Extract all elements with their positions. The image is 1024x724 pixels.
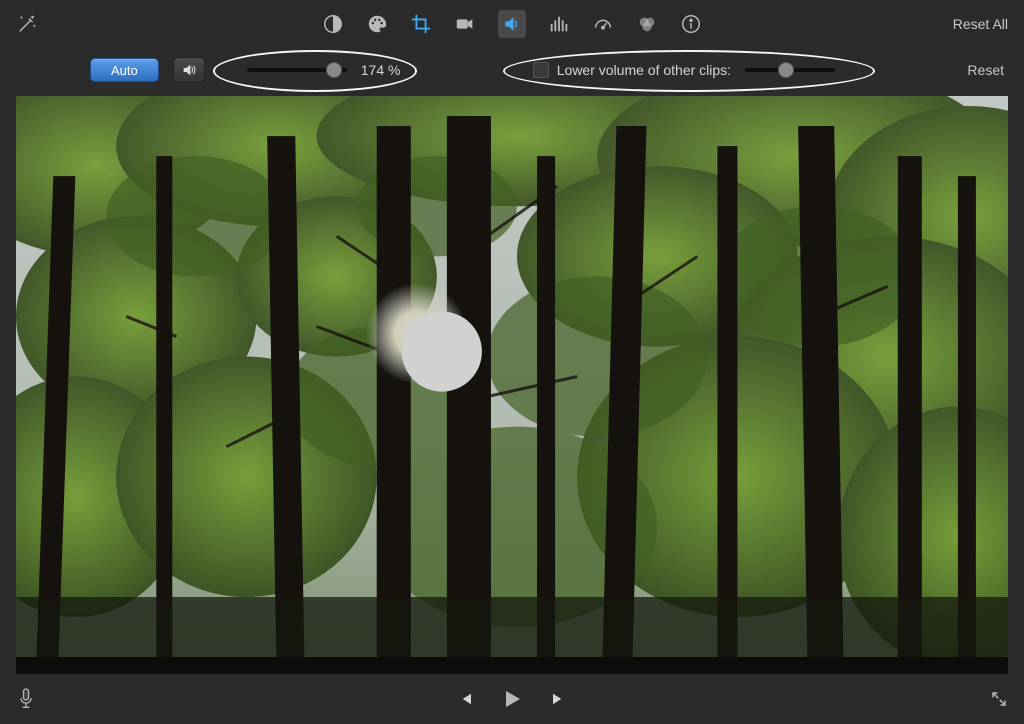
volume-percent-label: 174 %: [361, 62, 409, 78]
speaker-icon[interactable]: [498, 10, 526, 38]
prev-frame-button[interactable]: [456, 690, 474, 708]
imovie-inspector: Reset All Auto 174 % Lower volume of oth…: [0, 0, 1024, 724]
color-palette-icon[interactable]: [366, 13, 388, 35]
reset-button[interactable]: Reset: [967, 62, 1004, 78]
playback-controls: [456, 687, 568, 711]
inspector-toolbar: Reset All: [0, 0, 1024, 48]
speedometer-icon[interactable]: [592, 13, 614, 35]
volume-slider-group: 174 %: [219, 56, 437, 84]
fullscreen-icon[interactable]: [990, 690, 1008, 708]
lower-volume-label: Lower volume of other clips:: [557, 62, 731, 78]
video-preview[interactable]: [16, 96, 1008, 674]
volume-controls-row: Auto 174 % Lower volume of other clips: …: [0, 48, 1024, 92]
reset-all-button[interactable]: Reset All: [953, 16, 1008, 32]
microphone-icon[interactable]: [16, 687, 36, 711]
preview-area: [0, 92, 1024, 674]
color-balance-icon[interactable]: [322, 13, 344, 35]
magic-wand-icon[interactable]: [16, 13, 38, 35]
crop-icon[interactable]: [410, 13, 432, 35]
forest-scene: [16, 96, 1008, 657]
auto-button[interactable]: Auto: [90, 58, 159, 82]
lower-volume-group: Lower volume of other clips:: [511, 56, 857, 84]
filters-circles-icon[interactable]: [636, 13, 658, 35]
info-icon[interactable]: [680, 13, 702, 35]
inspector-tabs: [322, 0, 702, 48]
volume-slider[interactable]: [247, 68, 347, 72]
lower-volume-slider[interactable]: [745, 68, 835, 72]
next-frame-button[interactable]: [550, 690, 568, 708]
play-button[interactable]: [500, 687, 524, 711]
lower-volume-checkbox[interactable]: [533, 62, 549, 78]
equalizer-bars-icon[interactable]: [548, 13, 570, 35]
camera-icon[interactable]: [454, 13, 476, 35]
transport-bar: [0, 674, 1024, 724]
mute-toggle-button[interactable]: [173, 57, 205, 83]
